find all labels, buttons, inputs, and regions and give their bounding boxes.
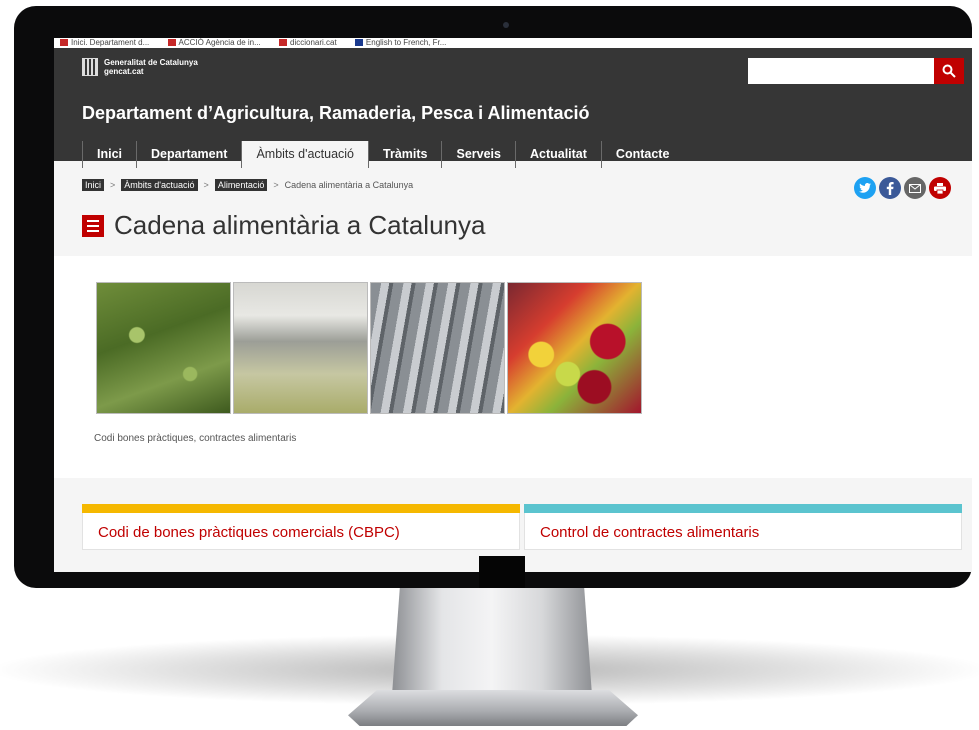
bookmark-item[interactable]: ACCIÓ Agència de in... [167,38,261,47]
search-input[interactable] [748,58,934,84]
nav-item-departament[interactable]: Departament [136,141,241,168]
bookmark-item[interactable]: diccionari.cat [279,38,337,47]
bookmark-icon [60,39,68,47]
monitor-stand-neck [392,585,592,695]
bookmark-item[interactable]: English to French, Fr... [354,38,446,47]
bookmark-icon [279,39,287,47]
bookmark-icon [354,39,363,47]
facebook-icon[interactable] [879,177,901,199]
search-button[interactable] [934,58,964,84]
print-icon[interactable] [929,177,951,199]
nav-item-tramits[interactable]: Tràmits [368,141,441,168]
logo-line2: gencat.cat [104,67,144,76]
breadcrumb-separator: > [203,180,209,190]
card-contractes[interactable]: Control de contractes alimentaris [524,504,962,550]
photo-processing-plant [233,282,368,414]
share-buttons [854,177,951,199]
photo-apple-orchard [96,282,231,414]
nav-item-contacte[interactable]: Contacte [600,141,683,168]
photo-packing-line [370,282,505,414]
card-accent-bar [524,504,962,513]
photo-fruit-market [507,282,642,414]
bookmarks-bar: Inici. Departament d... ACCIÓ Agència de… [54,38,972,48]
card-label[interactable]: Control de contractes alimentaris [540,524,759,541]
breadcrumb: Inici > Àmbits d'actuació > Alimentació … [82,179,413,191]
card-label[interactable]: Codi de bones pràctiques comercials (CBP… [98,524,400,541]
bookmark-icon [167,39,176,47]
main-content: Codi bones pràctiques, contractes alimen… [54,256,972,478]
breadcrumb-separator: > [110,180,116,190]
logo-line1: Generalitat de Catalunya [104,58,198,67]
breadcrumb-current: Cadena alimentària a Catalunya [284,180,414,190]
nav-item-inici[interactable]: Inici [82,141,136,168]
nav-item-actualitat[interactable]: Actualitat [514,141,601,168]
bookmark-item[interactable]: Inici. Departament d... [60,38,149,47]
twitter-icon[interactable] [854,177,876,199]
card-cbpc[interactable]: Codi de bones pràctiques comercials (CBP… [82,504,520,550]
breadcrumb-separator: > [273,180,279,190]
image-caption: Codi bones pràctiques, contractes alimen… [94,433,297,444]
browser-screen: Inici. Departament d... ACCIÓ Agència de… [54,38,972,572]
email-icon[interactable] [904,177,926,199]
breadcrumb-link[interactable]: Àmbits d'actuació [121,179,198,191]
topic-cards: Codi de bones pràctiques comercials (CBP… [82,504,962,550]
page-title-row: Cadena alimentària a Catalunya [82,210,485,241]
camera-icon [503,22,509,28]
monitor-chin-notch [479,556,525,588]
card-accent-bar [82,504,520,513]
nav-item-serveis[interactable]: Serveis [441,141,514,168]
page-title: Cadena alimentària a Catalunya [114,210,486,240]
generalitat-logo[interactable]: Generalitat de Catalunya gencat.cat [82,58,198,76]
department-title[interactable]: Departament d’Agricultura, Ramaderia, Pe… [82,103,590,124]
breadcrumb-link[interactable]: Inici [82,179,105,191]
monitor-stand-base [348,690,638,726]
site-header: Generalitat de Catalunya gencat.cat Depa… [54,48,972,168]
photo-strip [96,282,642,414]
nav-item-ambits-actuacio[interactable]: Àmbits d'actuació [241,141,369,168]
main-nav: Inici Departament Àmbits d'actuació Tràm… [82,141,683,168]
search-icon [942,64,956,78]
breadcrumb-link[interactable]: Alimentació [214,179,268,191]
menu-icon[interactable] [82,214,104,237]
generalitat-shield-icon [82,58,98,76]
